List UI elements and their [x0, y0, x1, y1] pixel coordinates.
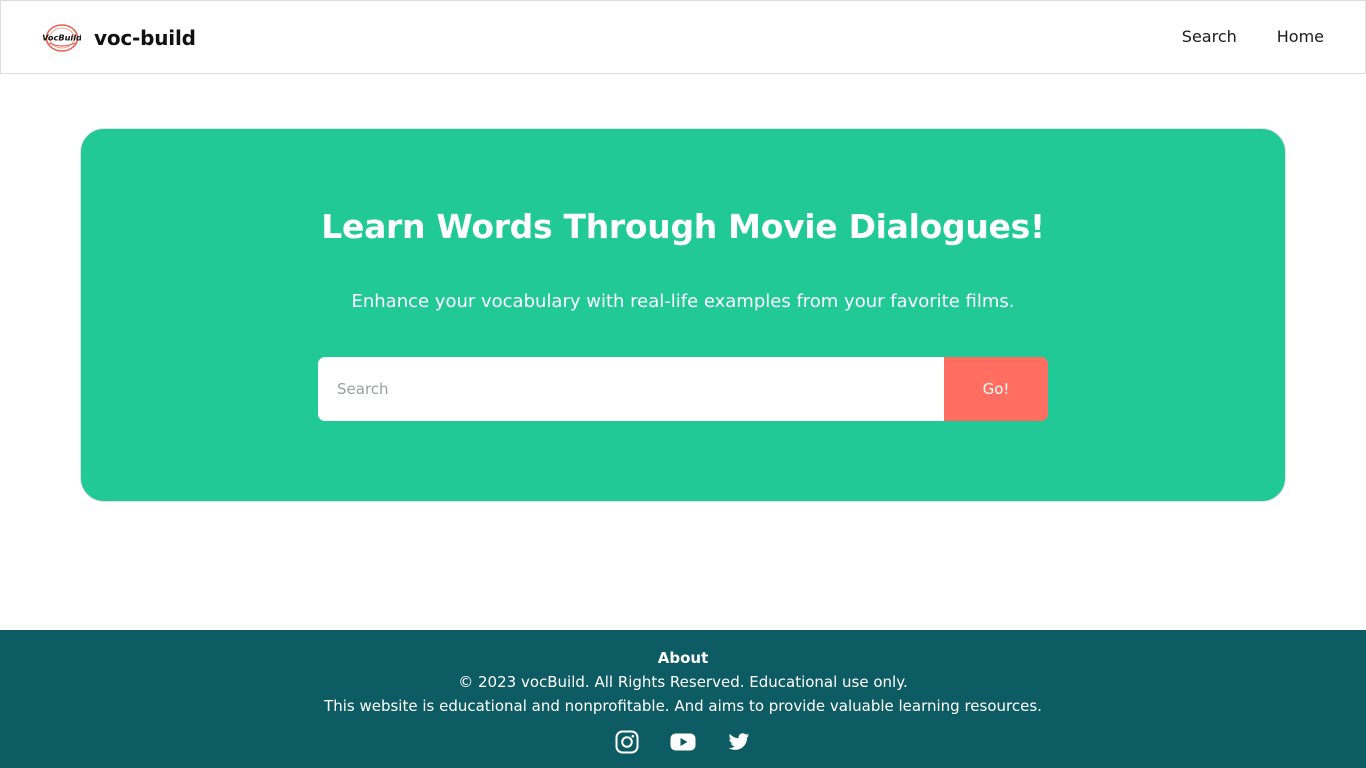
svg-text:VocBuild: VocBuild	[43, 33, 81, 43]
brand-name[interactable]: voc-build	[94, 26, 196, 50]
nav-search-link[interactable]: Search	[1182, 27, 1237, 46]
footer-about-heading: About	[657, 649, 709, 667]
footer: About © 2023 vocBuild. All Rights Reserv…	[0, 630, 1366, 768]
youtube-icon[interactable]	[670, 729, 696, 755]
instagram-icon[interactable]	[614, 729, 640, 755]
twitter-icon[interactable]	[726, 729, 752, 755]
brand-link[interactable]: VocBuild voc-build	[42, 22, 196, 54]
nav-home-link[interactable]: Home	[1277, 27, 1324, 46]
hero-banner: Learn Words Through Movie Dialogues! Enh…	[80, 128, 1286, 502]
footer-description: This website is educational and nonprofi…	[324, 697, 1042, 715]
go-button[interactable]: Go!	[944, 357, 1048, 421]
search-input[interactable]	[318, 357, 944, 421]
social-links	[0, 729, 1366, 755]
footer-copyright: © 2023 vocBuild. All Rights Reserved. Ed…	[458, 673, 908, 691]
hero-title: Learn Words Through Movie Dialogues!	[321, 207, 1045, 246]
hero-subtitle: Enhance your vocabulary with real-life e…	[351, 291, 1015, 312]
navbar: VocBuild voc-build Search Home	[0, 0, 1366, 74]
vocbuild-logo-icon[interactable]: VocBuild	[42, 22, 82, 54]
nav-links: Search Home	[1142, 27, 1324, 46]
search-form: Go!	[318, 357, 1048, 421]
